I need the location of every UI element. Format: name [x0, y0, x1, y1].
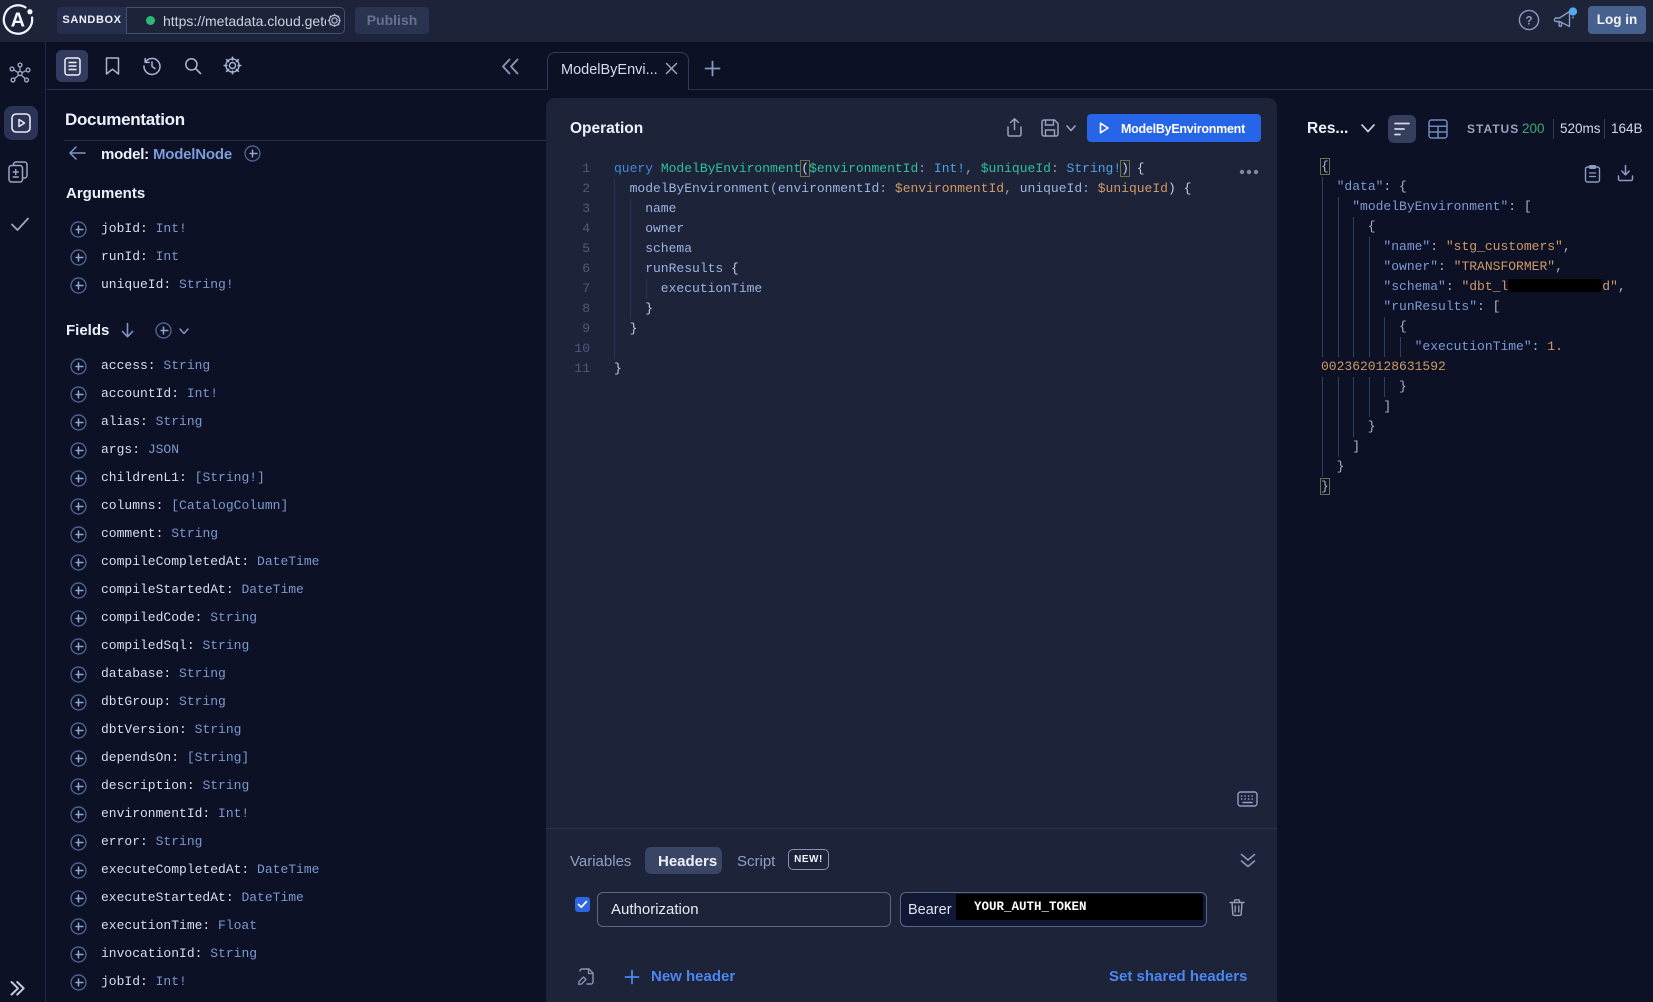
- svg-text:A: A: [11, 10, 25, 32]
- svg-text:?: ?: [1525, 15, 1532, 27]
